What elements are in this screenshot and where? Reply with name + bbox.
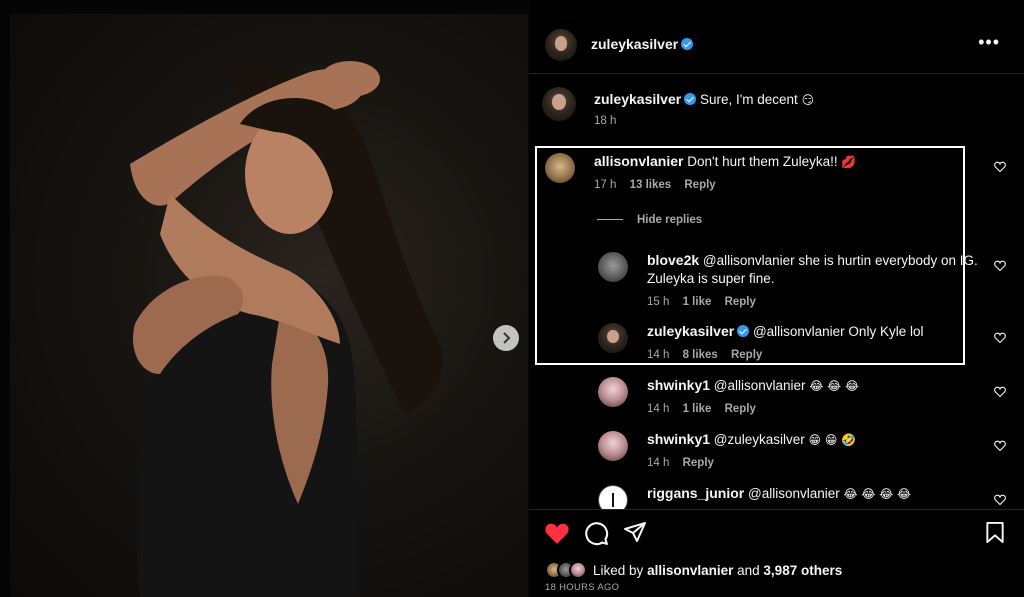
caption-author[interactable]: zuleykasilver — [594, 91, 681, 107]
comment-likes[interactable]: 8 likes — [683, 349, 718, 361]
comment-emoji: 😁 😁 🤣 — [808, 433, 857, 447]
like-comment-heart-icon[interactable] — [994, 260, 1006, 271]
liked-by-summary: Liked by allisonvlanier and 3,987 others — [545, 560, 842, 580]
avatar[interactable] — [598, 485, 628, 509]
comment-time[interactable]: 14 h — [647, 457, 669, 469]
likes-count[interactable]: 3,987 others — [763, 563, 842, 578]
photo-illustration — [130, 61, 443, 597]
caption-time[interactable]: 18 h — [594, 115, 616, 127]
post-actions: Liked by allisonvlanier and 3,987 others… — [529, 509, 1024, 597]
post-header: zuleykasilver ••• — [529, 14, 1024, 74]
comment-text: @zuleykasilver — [713, 432, 805, 447]
chevron-right-icon — [503, 332, 511, 344]
reply-button[interactable]: Reply — [684, 179, 715, 191]
comment-meta: 17 h 13 likes Reply — [594, 179, 726, 191]
header-author[interactable]: zuleykasilver — [591, 36, 694, 54]
post-photo — [10, 14, 528, 597]
comment-meta: 14 h Reply — [647, 457, 724, 469]
bookmark-save-icon[interactable] — [985, 521, 1005, 544]
caption-emoji: 😏 — [801, 93, 815, 107]
comment-meta: 15 h 1 like Reply — [647, 296, 766, 308]
avatar[interactable] — [598, 323, 628, 353]
like-comment-heart-icon[interactable] — [994, 161, 1006, 172]
comment-text: Don't hurt them Zuleyka!! — [687, 154, 838, 169]
comment: blove2k @allisonvlanier she is hurtin ev… — [647, 251, 987, 288]
comment-text: @allisonvlanier — [713, 378, 806, 393]
comment-likes[interactable]: 1 like — [683, 403, 712, 415]
avatar[interactable] — [542, 87, 576, 121]
comment-bubble-icon[interactable] — [584, 521, 609, 546]
comment-emoji: 😂 😂 😂 — [809, 379, 860, 393]
comment-author[interactable]: allisonvlanier — [594, 153, 683, 169]
liked-by-and: and — [737, 562, 760, 578]
avatar[interactable] — [545, 153, 575, 183]
hide-replies-button[interactable]: Hide replies — [597, 214, 702, 226]
divider — [597, 219, 623, 221]
comment-time[interactable]: 17 h — [594, 179, 616, 191]
comment: shwinky1 @allisonvlanier 😂 😂 😂 — [647, 376, 987, 395]
like-comment-heart-icon[interactable] — [994, 440, 1006, 451]
reply-button[interactable]: Reply — [683, 457, 714, 469]
reply-button[interactable]: Reply — [725, 403, 756, 415]
avatar[interactable] — [545, 29, 577, 61]
liker-avatars — [545, 561, 587, 579]
like-comment-heart-icon[interactable] — [994, 494, 1006, 505]
next-photo-button[interactable] — [493, 325, 519, 351]
comment-emoji: 💋 — [841, 155, 857, 169]
caption-text: Sure, I'm decent — [699, 92, 798, 107]
liked-by-user[interactable]: allisonvlanier — [647, 563, 733, 578]
comment-likes[interactable]: 1 like — [683, 296, 712, 308]
caption: zuleykasilver Sure, I'm decent 😏 — [594, 90, 814, 109]
reply-button[interactable]: Reply — [725, 296, 756, 308]
verified-badge-icon — [681, 38, 694, 50]
verified-badge-icon — [684, 93, 697, 105]
verified-badge-icon — [737, 325, 750, 337]
comment-author[interactable]: blove2k — [647, 252, 699, 268]
hide-replies-label: Hide replies — [637, 214, 703, 226]
comment-text: @allisonvlanier — [748, 486, 840, 501]
comment-time[interactable]: 15 h — [647, 296, 669, 308]
like-comment-heart-icon[interactable] — [994, 332, 1006, 343]
more-options-icon[interactable]: ••• — [978, 32, 1000, 53]
comment-author[interactable]: shwinky1 — [647, 377, 710, 393]
comment-author[interactable]: zuleykasilver — [647, 323, 734, 339]
comment-time[interactable]: 14 h — [647, 403, 669, 415]
comment: zuleykasilver @allisonvlanier Only Kyle … — [647, 322, 987, 341]
avatar[interactable] — [598, 377, 628, 407]
author-username[interactable]: zuleykasilver — [591, 36, 678, 52]
like-heart-icon[interactable] — [544, 521, 570, 545]
caption-meta: 18 h — [594, 115, 626, 127]
comment-meta: 14 h 1 like Reply — [647, 403, 766, 415]
comment-emoji: 😂 😂 😂 😂 — [843, 487, 912, 501]
post-timestamp[interactable]: 18 HOURS AGO — [545, 582, 619, 593]
comment: allisonvlanier Don't hurt them Zuleyka!!… — [594, 152, 984, 171]
comment-text: @allisonvlanier Only Kyle lol — [752, 324, 924, 339]
like-comment-heart-icon[interactable] — [994, 386, 1006, 397]
comment-likes[interactable]: 13 likes — [630, 179, 672, 191]
comment: shwinky1 @zuleykasilver 😁 😁 🤣 — [647, 430, 987, 449]
post-media — [0, 0, 529, 597]
avatar[interactable] — [598, 252, 628, 282]
comment-partial: riggans_junior @allisonvlanier 😂 😂 😂 😂 — [529, 480, 1024, 509]
comment-meta: 14 h 8 likes Reply — [647, 349, 772, 361]
comment-time[interactable]: 14 h — [647, 349, 669, 361]
avatar[interactable] — [569, 561, 587, 579]
comment-author[interactable]: riggans_junior — [647, 485, 744, 501]
liked-by-prefix: Liked by — [593, 562, 644, 578]
comment-author[interactable]: shwinky1 — [647, 431, 710, 447]
avatar[interactable] — [598, 431, 628, 461]
reply-button[interactable]: Reply — [731, 349, 762, 361]
comment: riggans_junior @allisonvlanier 😂 😂 😂 😂 — [647, 484, 987, 503]
post-sidebar: zuleykasilver ••• zuleykasilver Sure, I'… — [529, 14, 1024, 597]
share-paper-plane-icon[interactable] — [623, 520, 647, 544]
